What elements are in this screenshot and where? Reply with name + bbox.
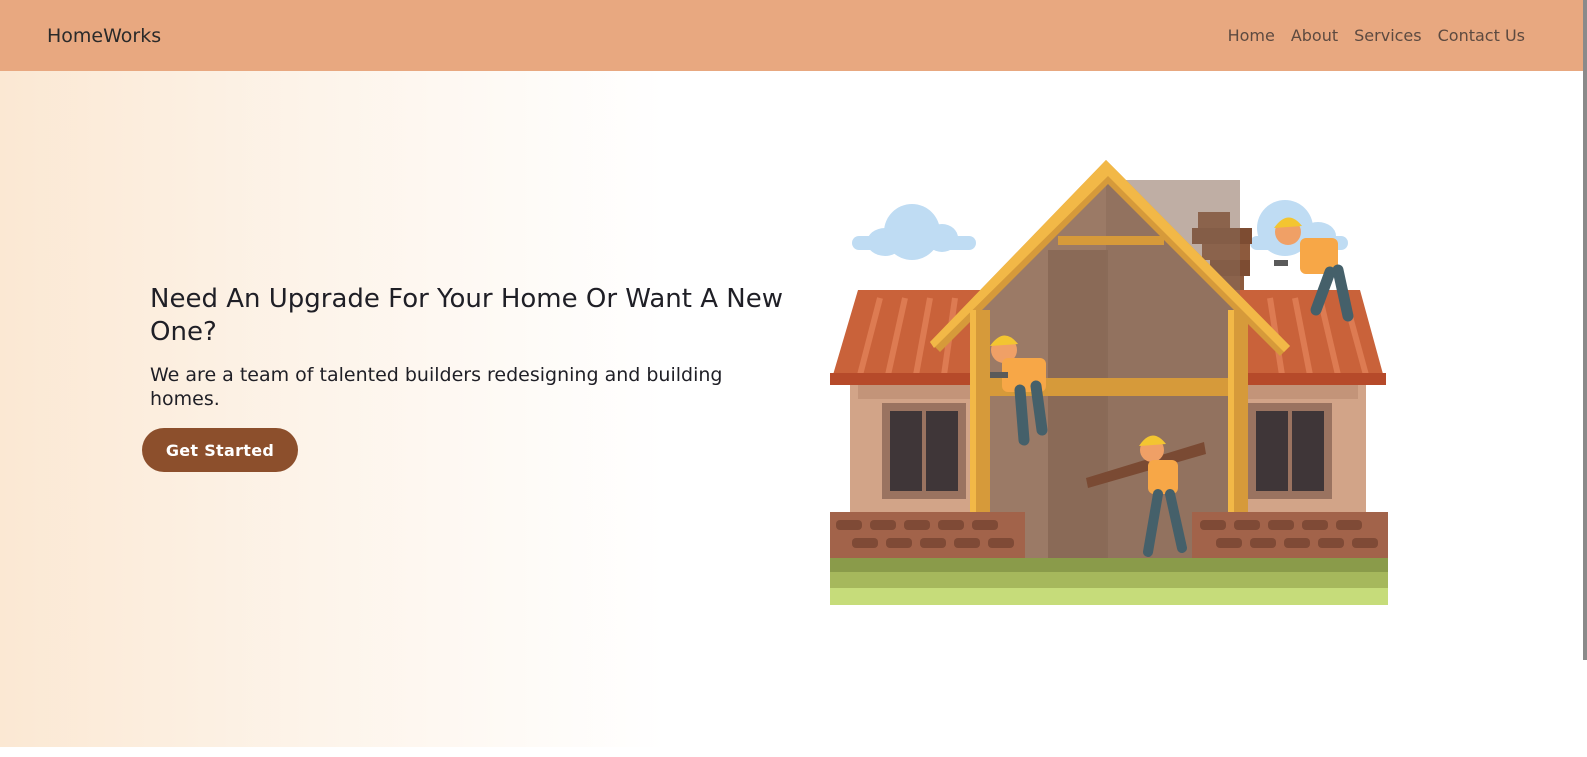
hero-heading: Need An Upgrade For Your Home Or Want A … (150, 284, 783, 347)
nav-link-home[interactable]: Home (1228, 26, 1275, 45)
hero-subheading: We are a team of talented builders redes… (150, 364, 723, 410)
nav-link-about[interactable]: About (1291, 26, 1338, 45)
window (1248, 403, 1332, 499)
nav-link-contact-us[interactable]: Contact Us (1438, 26, 1525, 45)
window (882, 403, 966, 499)
get-started-button[interactable]: Get Started (142, 428, 298, 472)
nav-links: Home About Services Contact Us (1228, 26, 1525, 45)
cloud-icon (852, 204, 976, 260)
navbar: HomeWorks Home About Services Contact Us (0, 0, 1583, 71)
scrollbar[interactable] (1583, 0, 1587, 660)
nav-link-services[interactable]: Services (1354, 26, 1421, 45)
page-bottom (0, 747, 1587, 757)
ground (830, 558, 1388, 572)
brand-logo[interactable]: HomeWorks (47, 25, 161, 47)
house-construction-illustration (830, 160, 1388, 605)
